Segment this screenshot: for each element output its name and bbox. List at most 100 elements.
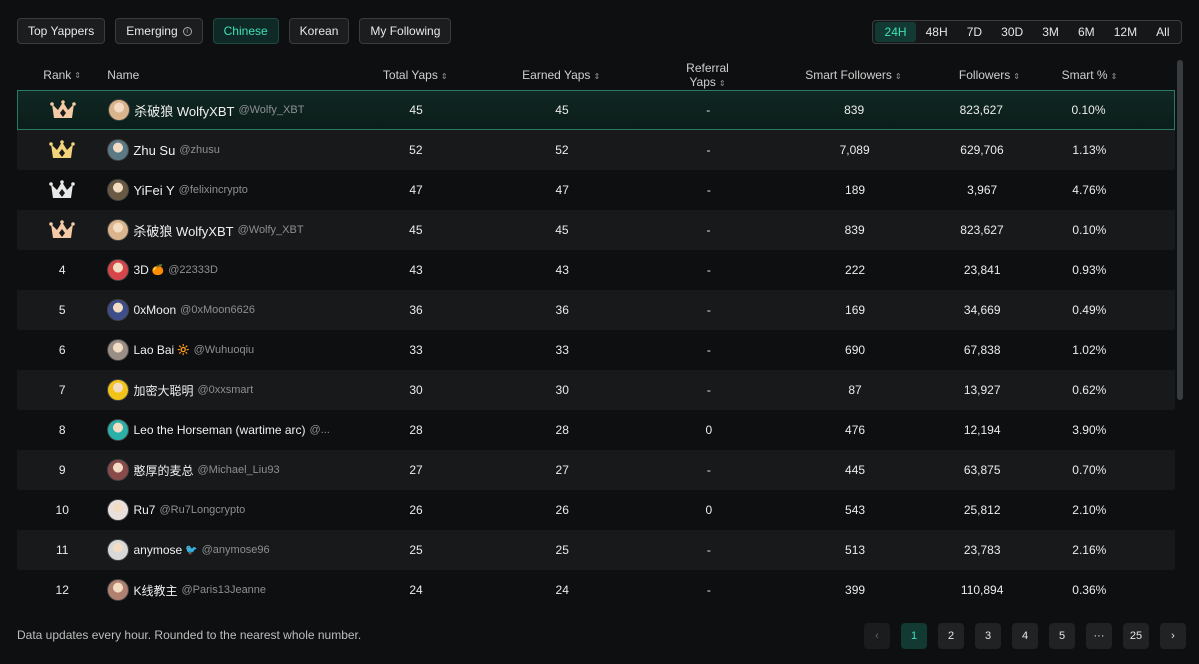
name-cell[interactable]: Ru7 @Ru7Longcrypto: [107, 499, 376, 521]
column-header-total-yaps[interactable]: Total Yaps ⇕: [375, 68, 455, 82]
time-range-3m-button[interactable]: 3M: [1033, 22, 1069, 42]
filter-my-following-button[interactable]: My Following: [359, 18, 452, 44]
time-range-7d-button[interactable]: 7D: [957, 22, 991, 42]
name-cell[interactable]: 0xMoon @0xMoon6626: [107, 299, 376, 321]
column-header-referral-yaps[interactable]: Referral Yaps ⇕: [667, 61, 748, 89]
avatar[interactable]: [108, 99, 131, 121]
total-yaps-cell: 25: [409, 543, 423, 557]
prev-page-button[interactable]: ‹: [864, 623, 890, 649]
page-25-button[interactable]: 25: [1123, 623, 1149, 649]
total-yaps-cell: 30: [409, 383, 423, 397]
avatar[interactable]: [107, 539, 130, 561]
table-row[interactable]: 11 anymose 🐦 @anymose96 25 25 - 513 23,783 2.16%: [17, 530, 1175, 570]
rank-cell: [17, 180, 107, 200]
silver-crown-icon: [49, 180, 76, 198]
smart-pct-cell: 0.62%: [1072, 383, 1107, 397]
time-range-30d-button[interactable]: 30D: [992, 22, 1033, 42]
avatar[interactable]: [107, 419, 130, 441]
table-row[interactable]: Zhu Su @zhusu 52 52 - 7,089 629,706 1.13%: [17, 130, 1175, 170]
name-cell[interactable]: Lao Bai 🔆 @Wuhuoqiu: [107, 339, 376, 361]
avatar[interactable]: [107, 259, 130, 281]
page-2-button[interactable]: 2: [938, 623, 964, 649]
table-row[interactable]: 5 0xMoon @0xMoon6626 36 36 - 169 34,669 0.49%: [17, 290, 1175, 330]
name-cell[interactable]: 憨厚的麦总 @Michael_Liu93: [107, 459, 376, 481]
column-header-smart-pct[interactable]: Smart % ⇕: [1004, 68, 1175, 82]
filter-korean-button[interactable]: Korean: [288, 18, 350, 44]
rank-cell: 11: [56, 543, 69, 557]
name-cell[interactable]: 3D 🍊 @22333D: [107, 259, 376, 281]
table-row[interactable]: 7 加密大聪明 @0xxsmart 30 30 - 87 13,927 0.62%: [17, 370, 1175, 410]
rank-cell: [17, 140, 107, 160]
smart-pct-cell: 1.13%: [1072, 143, 1107, 157]
filter-emerging-button[interactable]: Emerging i: [115, 18, 203, 44]
time-range-all-button[interactable]: All: [1147, 22, 1179, 42]
table-row[interactable]: 10 Ru7 @Ru7Longcrypto 26 26 0 543 25,812 2.10%: [17, 490, 1175, 530]
total-yaps-cell: 26: [409, 503, 423, 517]
name-cell[interactable]: 杀破狼 WolfyXBT @Wolfy_XBT: [107, 219, 375, 241]
smart-followers-cell: 445: [845, 463, 866, 477]
table-row[interactable]: 8 Leo the Horseman (wartime arc) @... 28 28 0…: [17, 410, 1175, 450]
avatar[interactable]: [107, 579, 130, 601]
table-row[interactable]: 12 K线教主 @Paris13Jeanne 24 24 - 399 110,894 0.36%: [17, 570, 1175, 610]
column-header-smart-followers[interactable]: Smart Followers ⇕: [748, 68, 959, 82]
referral-yaps-cell: -: [706, 543, 711, 557]
page-4-button[interactable]: 4: [1012, 623, 1038, 649]
avatar[interactable]: [107, 219, 130, 241]
avatar[interactable]: [107, 459, 130, 481]
column-header-name: Name: [107, 68, 140, 82]
followers-cell: 63,875: [963, 463, 1001, 477]
time-range-6m-button[interactable]: 6M: [1068, 22, 1104, 42]
time-range-12m-button[interactable]: 12M: [1104, 22, 1146, 42]
avatar[interactable]: [107, 299, 130, 321]
display-name: 憨厚的麦总: [133, 463, 194, 478]
time-range-selector: 24H 48H 7D 30D 3M 6M 12M All: [872, 20, 1182, 44]
page-5-button[interactable]: 5: [1049, 623, 1075, 649]
column-header-rank[interactable]: Rank ⇕: [17, 68, 107, 82]
table-row[interactable]: 杀破狼 WolfyXBT @Wolfy_XBT 45 45 - 839 823,627 0.1…: [17, 210, 1175, 250]
smart-pct-cell: 0.93%: [1072, 263, 1107, 277]
earned-yaps-cell: 47: [555, 183, 569, 197]
earned-yaps-cell: 52: [555, 143, 569, 157]
column-header-earned-yaps[interactable]: Earned Yaps ⇕: [455, 68, 667, 82]
avatar[interactable]: [107, 339, 130, 361]
display-name: K线教主: [133, 583, 178, 598]
time-range-48h-button[interactable]: 48H: [916, 22, 957, 42]
next-page-button[interactable]: ›: [1160, 623, 1186, 649]
name-cell[interactable]: YiFei Y @felixincrypto: [107, 179, 376, 201]
smart-pct-cell: 0.36%: [1072, 583, 1107, 597]
display-name: Zhu Su: [133, 142, 176, 158]
total-yaps-cell: 45: [409, 103, 423, 117]
avatar[interactable]: [107, 499, 130, 521]
time-range-24h-button[interactable]: 24H: [875, 22, 917, 42]
table-row[interactable]: 杀破狼 WolfyXBT @Wolfy_XBT 45 45 - 839 823,627 0.1…: [17, 90, 1175, 130]
name-cell[interactable]: 加密大聪明 @0xxsmart: [107, 379, 376, 401]
name-cell[interactable]: Leo the Horseman (wartime arc) @...: [107, 419, 376, 441]
smart-pct-cell: 0.10%: [1071, 103, 1106, 117]
page-ellipsis: ···: [1086, 623, 1112, 649]
earned-yaps-cell: 36: [555, 303, 569, 317]
avatar[interactable]: [107, 139, 130, 161]
avatar[interactable]: [107, 379, 130, 401]
table-row[interactable]: 4 3D 🍊 @22333D 43 43 - 222 23,841 0.93%: [17, 250, 1175, 290]
user-handle: @Wolfy_XBT: [237, 224, 304, 236]
page-3-button[interactable]: 3: [975, 623, 1001, 649]
avatar[interactable]: [107, 179, 130, 201]
table-row[interactable]: 6 Lao Bai 🔆 @Wuhuoqiu 33 33 - 690 67,838 1.02%: [17, 330, 1175, 370]
earned-yaps-cell: 45: [555, 223, 569, 237]
table-row[interactable]: YiFei Y @felixincrypto 47 47 - 189 3,967 4.76%: [17, 170, 1175, 210]
sort-icon: ⇕: [74, 70, 81, 80]
filter-top-yappers-button[interactable]: Top Yappers: [17, 18, 106, 44]
smart-followers-cell: 169: [845, 303, 866, 317]
name-cell[interactable]: 杀破狼 WolfyXBT @Wolfy_XBT: [108, 99, 376, 121]
table-scrollbar[interactable]: [1177, 60, 1183, 400]
referral-yaps-cell: -: [706, 183, 711, 197]
total-yaps-cell: 47: [409, 183, 423, 197]
column-header-followers[interactable]: Followers ⇕: [959, 68, 1020, 82]
smart-followers-cell: 839: [844, 103, 865, 117]
page-1-button[interactable]: 1: [901, 623, 927, 649]
name-cell[interactable]: Zhu Su @zhusu: [107, 139, 375, 161]
table-row[interactable]: 9 憨厚的麦总 @Michael_Liu93 27 27 - 445 63,875 0.70%: [17, 450, 1175, 490]
name-cell[interactable]: anymose 🐦 @anymose96: [107, 539, 376, 561]
name-cell[interactable]: K线教主 @Paris13Jeanne: [107, 579, 376, 601]
filter-chinese-button[interactable]: Chinese: [212, 18, 279, 44]
